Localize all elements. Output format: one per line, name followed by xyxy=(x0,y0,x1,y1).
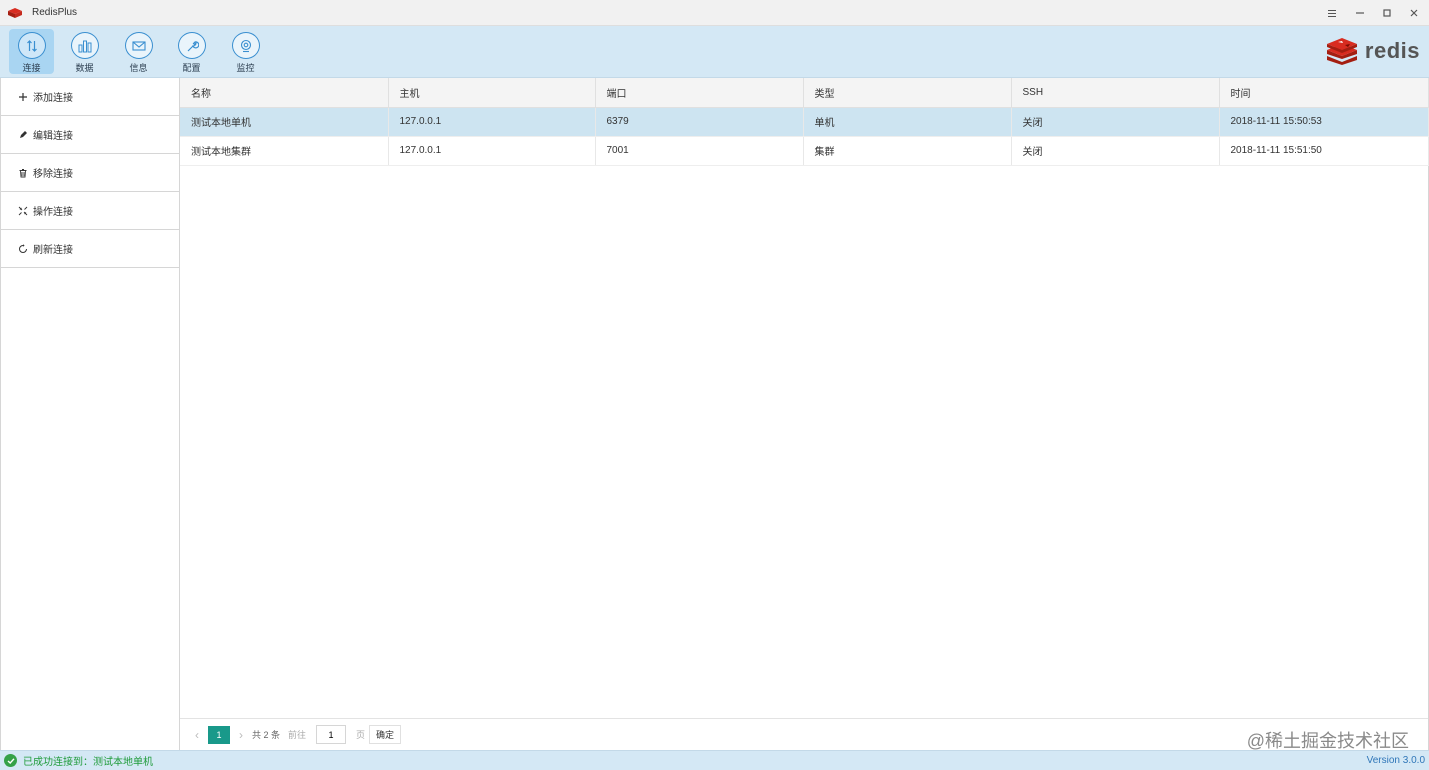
toolbar-label: 监控 xyxy=(236,63,255,73)
toolbar-label: 连接 xyxy=(22,63,41,73)
cell-type: 单机 xyxy=(803,107,1012,137)
pencil-icon xyxy=(17,129,29,141)
sidebar-item-label: 操作连接 xyxy=(33,207,73,218)
cell-name: 测试本地单机 xyxy=(180,107,389,137)
chart-icon xyxy=(70,32,99,59)
cell-time: 2018-11-11 15:50:53 xyxy=(1219,107,1429,137)
maximize-icon[interactable] xyxy=(1378,4,1396,22)
main-toolbar: 连接 数据 信息 配置 监控 redis xyxy=(0,26,1429,78)
page-number-button[interactable]: 1 xyxy=(208,725,230,744)
cell-ssh: 关闭 xyxy=(1011,136,1220,166)
toolbar-connect-button[interactable]: 连接 xyxy=(9,29,54,74)
column-header-host[interactable]: 主机 xyxy=(388,78,596,108)
next-page-icon[interactable]: › xyxy=(234,728,248,742)
status-message-area: 已成功连接到：测试本地单机 xyxy=(4,753,153,768)
toolbar-data-button[interactable]: 数据 xyxy=(62,29,107,74)
sidebar-item-remove-connection[interactable]: 移除连接 xyxy=(1,154,179,192)
plus-icon xyxy=(17,91,29,103)
sidebar: 添加连接 编辑连接 移除连接 操作连接 刷新连接 xyxy=(0,78,180,750)
table-row[interactable]: 测试本地集群 127.0.0.1 7001 集群 关闭 2018-11-11 1… xyxy=(180,136,1429,166)
table-row[interactable]: 测试本地单机 127.0.0.1 6379 单机 关闭 2018-11-11 1… xyxy=(180,107,1429,137)
cell-host: 127.0.0.1 xyxy=(388,107,596,137)
wrench-icon xyxy=(177,32,206,59)
redis-logo-icon xyxy=(8,8,22,18)
column-header-time[interactable]: 时间 xyxy=(1219,78,1429,108)
redis-brand-logo: redis xyxy=(1325,36,1420,66)
page-input[interactable] xyxy=(316,725,347,744)
cell-port: 7001 xyxy=(595,136,804,166)
confirm-page-button[interactable]: 确定 xyxy=(369,725,402,744)
check-circle-icon xyxy=(4,754,17,767)
goto-label: 前往 xyxy=(288,730,307,740)
toolbar-info-button[interactable]: 信息 xyxy=(116,29,161,74)
column-header-port[interactable]: 端口 xyxy=(595,78,804,108)
toolbar-monitor-button[interactable]: 监控 xyxy=(223,29,268,74)
cell-ssh: 关闭 xyxy=(1011,107,1220,137)
page-unit-label: 页 xyxy=(356,730,366,740)
cell-name: 测试本地集群 xyxy=(180,136,389,166)
column-header-type[interactable]: 类型 xyxy=(803,78,1012,108)
column-header-ssh[interactable]: SSH xyxy=(1011,78,1220,108)
connect-icon xyxy=(17,32,46,59)
operate-icon xyxy=(17,205,29,217)
cell-port: 6379 xyxy=(595,107,804,137)
cell-type: 集群 xyxy=(803,136,1012,166)
sidebar-item-label: 移除连接 xyxy=(33,169,73,180)
title-bar: RedisPlus xyxy=(0,0,1429,26)
window-title: RedisPlus xyxy=(32,7,78,18)
toolbar-label: 配置 xyxy=(182,63,201,73)
column-header-name[interactable]: 名称 xyxy=(180,78,389,108)
connection-list-panel: 名称 主机 端口 类型 SSH 时间 测试本地单机 127.0.0.1 6379… xyxy=(180,78,1429,750)
toolbar-config-button[interactable]: 配置 xyxy=(169,29,214,74)
menu-icon[interactable] xyxy=(1323,4,1341,22)
toolbar-label: 数据 xyxy=(75,63,94,73)
minimize-icon[interactable] xyxy=(1351,4,1369,22)
total-count: 共 2 条 xyxy=(252,730,281,740)
sidebar-item-add-connection[interactable]: 添加连接 xyxy=(1,78,179,116)
cell-host: 127.0.0.1 xyxy=(388,136,596,166)
version-label: Version 3.0.0 xyxy=(1366,755,1425,766)
toolbar-label: 信息 xyxy=(129,63,148,73)
redis-cube-icon xyxy=(1326,38,1357,65)
sidebar-item-refresh-connection[interactable]: 刷新连接 xyxy=(1,230,179,268)
close-icon[interactable] xyxy=(1405,4,1423,22)
cell-time: 2018-11-11 15:51:50 xyxy=(1219,136,1429,166)
redis-brand-text: redis xyxy=(1364,38,1420,63)
status-bar: 已成功连接到：测试本地单机 Version 3.0.0 xyxy=(0,750,1429,770)
sidebar-item-label: 刷新连接 xyxy=(33,245,73,256)
trash-icon xyxy=(17,167,29,179)
status-message: 已成功连接到：测试本地单机 xyxy=(23,757,153,768)
mail-icon xyxy=(124,32,153,59)
monitor-icon xyxy=(231,32,260,59)
prev-page-icon[interactable]: ‹ xyxy=(190,728,204,742)
sidebar-item-label: 添加连接 xyxy=(33,93,73,104)
sidebar-item-edit-connection[interactable]: 编辑连接 xyxy=(1,116,179,154)
refresh-icon xyxy=(17,243,29,255)
connection-table: 名称 主机 端口 类型 SSH 时间 测试本地单机 127.0.0.1 6379… xyxy=(180,78,1429,166)
table-header-row: 名称 主机 端口 类型 SSH 时间 xyxy=(180,78,1429,108)
sidebar-item-label: 编辑连接 xyxy=(33,131,73,142)
sidebar-item-operate-connection[interactable]: 操作连接 xyxy=(1,192,179,230)
pagination: ‹ 1 › 共 2 条 前往 页 确定 xyxy=(180,718,1428,750)
